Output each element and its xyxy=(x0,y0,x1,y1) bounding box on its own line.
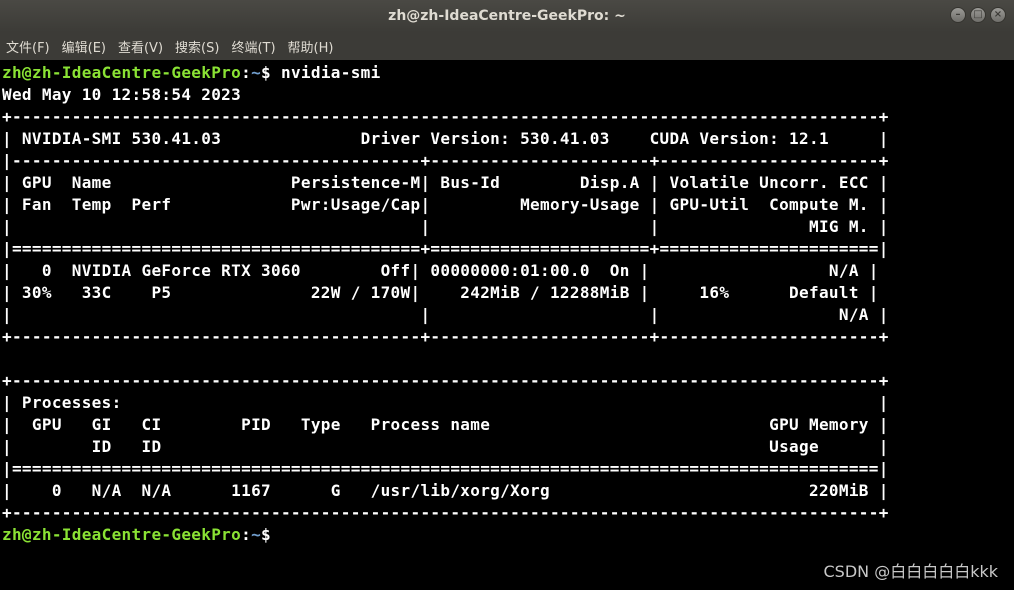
terminal-area[interactable]: zh@zh-IdeaCentre-GeekPro:~$ nvidia-smi W… xyxy=(0,60,1014,590)
output-line-processes: | Processes: | xyxy=(2,393,889,412)
output-line: | | | MIG M. | xyxy=(2,217,889,236)
menu-view[interactable]: 查看(V) xyxy=(118,37,163,56)
window-controls: – □ × xyxy=(950,7,1006,23)
output-line: | Fan Temp Perf Pwr:Usage/Cap| Memory-Us… xyxy=(2,195,889,214)
prompt-line: zh@zh-IdeaCentre-GeekPro:~$ xyxy=(2,525,271,544)
output-line-header: | NVIDIA-SMI 530.41.03 Driver Version: 5… xyxy=(2,129,889,148)
menu-terminal[interactable]: 终端(T) xyxy=(231,37,275,56)
output-line: +---------------------------------------… xyxy=(2,371,889,390)
menu-file[interactable]: 文件(F) xyxy=(6,37,50,56)
window-titlebar[interactable]: zh@zh-IdeaCentre-GeekPro: ~ – □ × xyxy=(0,0,1014,32)
output-line-date: Wed May 10 12:58:54 2023 xyxy=(2,85,242,104)
command-text: nvidia-smi xyxy=(271,63,381,82)
output-line-gpu-stats: | 30% 33C P5 22W / 170W| 242MiB / 12288M… xyxy=(2,283,879,302)
window-title: zh@zh-IdeaCentre-GeekPro: ~ xyxy=(388,8,626,24)
output-line: +---------------------------------------… xyxy=(2,107,889,126)
prompt-separator: : xyxy=(241,63,252,82)
output-line: |=======================================… xyxy=(2,239,889,258)
csdn-watermark: CSDN @白白白白白kkk xyxy=(823,562,998,581)
menu-edit[interactable]: 编辑(E) xyxy=(62,37,106,56)
prompt-line: zh@zh-IdeaCentre-GeekPro:~$ nvidia-smi xyxy=(2,63,381,82)
output-line: | | | N/A | xyxy=(2,305,889,324)
output-line-process: | 0 N/A N/A 1167 G /usr/lib/xorg/Xorg 22… xyxy=(2,481,889,500)
menu-bar: 文件(F) 编辑(E) 查看(V) 搜索(S) 终端(T) 帮助(H) xyxy=(0,32,1014,60)
output-line: | GPU Name Persistence-M| Bus-Id Disp.A … xyxy=(2,173,889,192)
maximize-button[interactable]: □ xyxy=(970,7,986,23)
output-line: +---------------------------------------… xyxy=(2,327,889,346)
minimize-button[interactable]: – xyxy=(950,7,966,23)
prompt-user: zh@zh-IdeaCentre-GeekPro xyxy=(2,525,242,544)
prompt-separator: : xyxy=(241,525,252,544)
menu-search[interactable]: 搜索(S) xyxy=(175,37,219,56)
prompt-symbol: $ xyxy=(261,63,272,82)
terminal-output: zh@zh-IdeaCentre-GeekPro:~$ nvidia-smi W… xyxy=(2,62,889,546)
prompt-path: ~ xyxy=(251,525,262,544)
close-button[interactable]: × xyxy=(990,7,1006,23)
output-line: | ID ID Usage | xyxy=(2,437,889,456)
prompt-path: ~ xyxy=(251,63,262,82)
output-line: | GPU GI CI PID Type Process name GPU Me… xyxy=(2,415,889,434)
output-line: +---------------------------------------… xyxy=(2,503,889,522)
output-line: |---------------------------------------… xyxy=(2,151,889,170)
menu-help[interactable]: 帮助(H) xyxy=(288,37,334,56)
output-line: |=======================================… xyxy=(2,459,889,478)
prompt-symbol: $ xyxy=(261,525,272,544)
prompt-user: zh@zh-IdeaCentre-GeekPro xyxy=(2,63,242,82)
output-line-gpu: | 0 NVIDIA GeForce RTX 3060 Off| 0000000… xyxy=(2,261,879,280)
